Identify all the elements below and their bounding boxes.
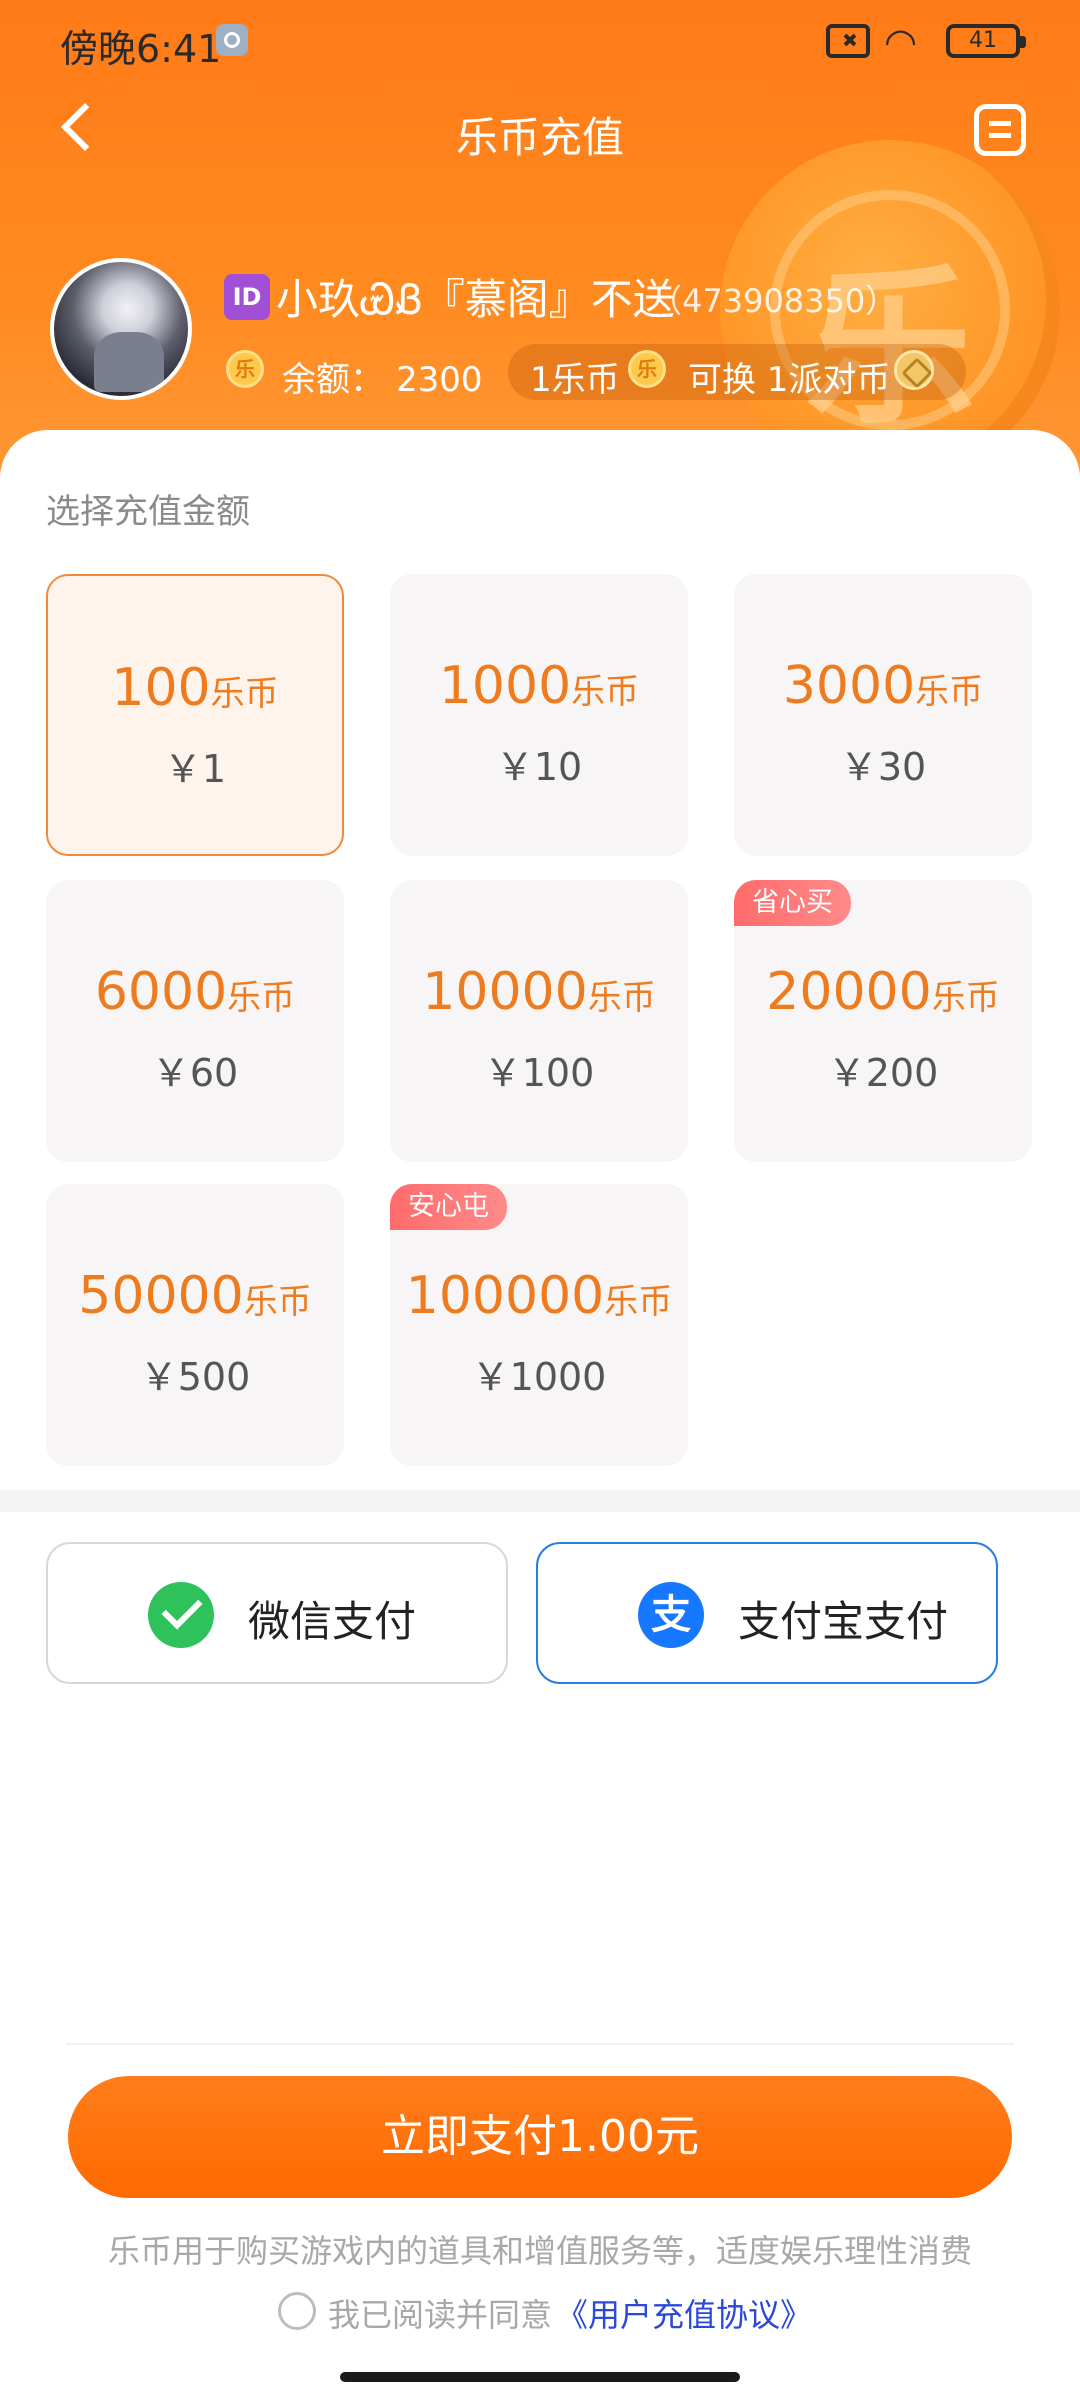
package-unit: 乐币	[604, 1282, 673, 1322]
le-coin-icon: 乐	[226, 350, 264, 388]
section-divider	[0, 1490, 1080, 1512]
package-price: ￥500	[139, 1355, 251, 1399]
package-price: ￥1	[163, 747, 227, 791]
alipay-label: 支付宝支付	[738, 1597, 949, 1646]
package-price: ￥100	[483, 1051, 595, 1095]
home-indicator[interactable]	[340, 2372, 740, 2382]
id-badge-icon: ID	[224, 274, 270, 320]
balance-label: 余额：	[282, 360, 384, 400]
package-unit: 乐币	[587, 978, 656, 1018]
package-unit: 乐币	[931, 978, 1000, 1018]
package-price: ￥10	[495, 745, 583, 789]
no-sim-icon	[826, 24, 870, 58]
user-nickname: 小玖ᏯᏰ『慕阁』不送	[276, 275, 675, 324]
package-unit: 乐币	[243, 1282, 312, 1322]
app-notification-icon	[216, 24, 248, 56]
wechat-pay-icon	[148, 1582, 214, 1648]
wifi-icon: ◠	[884, 20, 918, 64]
agreement-checkbox[interactable]	[278, 2292, 316, 2330]
wechat-pay-option[interactable]: 微信支付	[46, 1542, 508, 1684]
promo-tag: 安心屯	[390, 1184, 507, 1230]
package-option[interactable]: 6000乐币 ￥60	[46, 880, 344, 1162]
package-option[interactable]: 1000乐币 ￥10	[390, 574, 688, 856]
package-price: ￥30	[839, 745, 927, 789]
package-coins: 20000	[766, 962, 932, 1022]
pay-now-button[interactable]: 立即支付1.00元	[68, 2076, 1012, 2198]
section-title: 选择充值金额	[46, 492, 250, 532]
page-title: 乐币充值	[455, 113, 624, 162]
package-coins: 1000	[438, 656, 572, 716]
package-option[interactable]: 50000乐币 ￥500	[46, 1184, 344, 1466]
promo-tag: 省心买	[734, 880, 851, 926]
package-option[interactable]: 安心屯 100000乐币 ￥1000	[390, 1184, 688, 1466]
package-option[interactable]: 省心买 20000乐币 ￥200	[734, 880, 1032, 1162]
le-coin-icon: 乐	[628, 350, 666, 388]
recharge-record-button[interactable]	[974, 104, 1026, 156]
wechat-pay-label: 微信支付	[248, 1597, 417, 1646]
alipay-icon: 支	[638, 1582, 704, 1648]
package-coins: 100	[111, 658, 211, 718]
package-unit: 乐币	[227, 978, 296, 1018]
balance-value: 2300	[396, 360, 483, 400]
agreement-text: 我已阅读并同意	[328, 2296, 553, 2334]
user-id: （473908350）	[650, 282, 898, 320]
status-time: 傍晚6:41	[60, 27, 222, 71]
party-coin-icon	[894, 350, 934, 390]
exchange-from: 1乐币	[530, 360, 620, 400]
package-price: ￥60	[151, 1051, 239, 1095]
package-option[interactable]: 100乐币 ￥1	[46, 574, 344, 856]
consumption-notice: 乐币用于购买游戏内的道具和增值服务等，适度娱乐理性消费	[107, 2232, 972, 2270]
agreement-link[interactable]: 《用户充值协议》	[556, 2290, 812, 2336]
package-coins: 3000	[782, 656, 916, 716]
package-price: ￥200	[827, 1051, 939, 1095]
alipay-option[interactable]: 支 支付宝支付	[536, 1542, 998, 1684]
battery-icon: 41	[946, 24, 1026, 58]
package-coins: 100000	[405, 1266, 605, 1326]
package-unit: 乐币	[571, 672, 640, 712]
package-unit: 乐币	[915, 672, 984, 712]
package-unit: 乐币	[210, 674, 279, 714]
package-coins: 10000	[422, 962, 588, 1022]
divider	[66, 2043, 1014, 2045]
package-coins: 50000	[78, 1266, 244, 1326]
package-option[interactable]: 10000乐币 ￥100	[390, 880, 688, 1162]
package-option[interactable]: 3000乐币 ￥30	[734, 574, 1032, 856]
exchange-to: 可换 1派对币	[688, 360, 891, 400]
balance-text: 余额： 2300	[282, 352, 483, 401]
package-price: ￥1000	[471, 1355, 607, 1399]
avatar[interactable]	[50, 258, 192, 400]
package-coins: 6000	[94, 962, 228, 1022]
